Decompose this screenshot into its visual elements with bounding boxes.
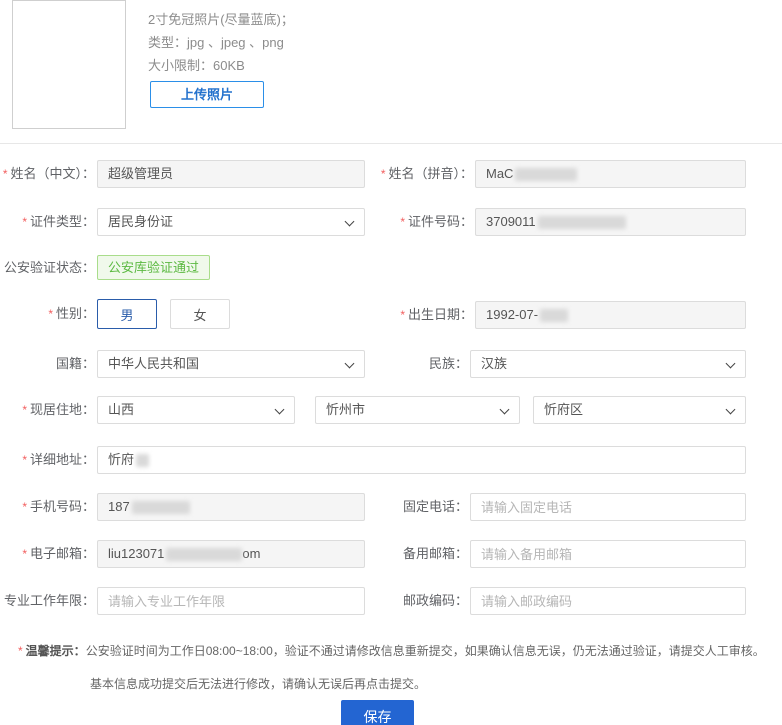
photo-tip-line3: 大小限制：60KB [148,54,294,77]
required-asterisk: * [18,644,23,658]
required-asterisk: * [22,547,27,561]
work-years-input[interactable] [97,587,365,615]
nationality-select[interactable]: 中华人民共和国 [97,350,365,378]
email-label: *电子邮箱： [0,540,95,568]
backup-email-label: 备用邮箱： [365,540,468,568]
birth-date-label: *出生日期： [365,301,473,329]
name-cn-label: *姓名（中文）： [0,160,95,188]
id-number-label: *证件号码： [365,208,473,236]
work-years-label: 专业工作年限： [0,587,95,615]
address-label: *详细地址： [0,446,95,474]
required-asterisk: * [3,167,8,181]
name-cn-input: 超级管理员 [97,160,365,188]
profile-form-page: 2寸免冠照片(尽量蓝底)； 类型：jpg 、jpeg 、png 大小限制：60K… [0,0,782,725]
id-type-select[interactable]: 居民身份证 [97,208,365,236]
gender-label: *性别： [0,299,95,329]
backup-email-input[interactable] [470,540,746,568]
photo-preview-box [12,0,126,129]
mobile-label: *手机号码： [0,493,95,521]
upload-photo-button[interactable]: 上传照片 [150,81,264,108]
required-asterisk: * [22,453,27,467]
name-py-label: *姓名（拼音）： [365,160,473,188]
email-input: liu123071om [97,540,365,568]
id-number-input: 3709011 [475,208,746,236]
required-asterisk: * [22,500,27,514]
required-asterisk: * [381,167,386,181]
save-button[interactable]: 保存 [341,700,414,725]
chevron-down-icon [500,405,510,415]
landline-label: 固定电话： [365,493,468,521]
required-asterisk: * [22,215,27,229]
landline-input[interactable] [470,493,746,521]
chevron-down-icon [275,405,285,415]
name-py-input: MaC [475,160,746,188]
address-input[interactable]: 忻府 [97,446,746,474]
photo-tip-line2: 类型：jpg 、jpeg 、png [148,31,294,54]
redacted-text [136,454,149,467]
gender-female-button[interactable]: 女 [170,299,230,329]
id-type-label: *证件类型： [0,208,95,236]
required-asterisk: * [48,307,53,321]
redacted-text [166,548,242,561]
residence-city-select[interactable]: 忻州市 [315,396,520,424]
police-status-badge: 公安库验证通过 [97,255,210,280]
required-asterisk: * [22,403,27,417]
redacted-text [132,501,190,514]
required-asterisk: * [400,308,405,322]
chevron-down-icon [726,359,736,369]
ethnicity-label: 民族： [365,350,468,378]
warm-tip-label: 温馨提示： [26,644,86,658]
photo-tip-line1: 2寸免冠照片(尽量蓝底)； [148,8,294,31]
redacted-text [515,168,577,181]
residence-province-select[interactable]: 山西 [97,396,295,424]
warm-tip-line2: 基本信息成功提交后无法进行修改，请确认无误后再点击提交。 [90,675,426,692]
redacted-text [538,216,626,229]
postcode-input[interactable] [470,587,746,615]
warm-tip-line1: *温馨提示：公安验证时间为工作日08:00~18:00，验证不通过请修改信息重新… [18,642,765,659]
photo-requirements: 2寸免冠照片(尽量蓝底)； 类型：jpg 、jpeg 、png 大小限制：60K… [148,8,294,77]
ethnicity-select[interactable]: 汉族 [470,350,746,378]
chevron-down-icon [345,217,355,227]
section-divider [0,143,782,144]
nationality-label: 国籍： [0,350,95,378]
residence-district-select[interactable]: 忻府区 [533,396,746,424]
gender-male-button[interactable]: 男 [97,299,157,329]
redacted-text [540,309,568,322]
police-status-label: 公安验证状态： [0,255,95,280]
postcode-label: 邮政编码： [365,587,468,615]
required-asterisk: * [400,215,405,229]
residence-label: *现居住地： [0,396,95,424]
chevron-down-icon [726,405,736,415]
birth-date-input: 1992-07- [475,301,746,329]
mobile-input: 187 [97,493,365,521]
chevron-down-icon [345,359,355,369]
